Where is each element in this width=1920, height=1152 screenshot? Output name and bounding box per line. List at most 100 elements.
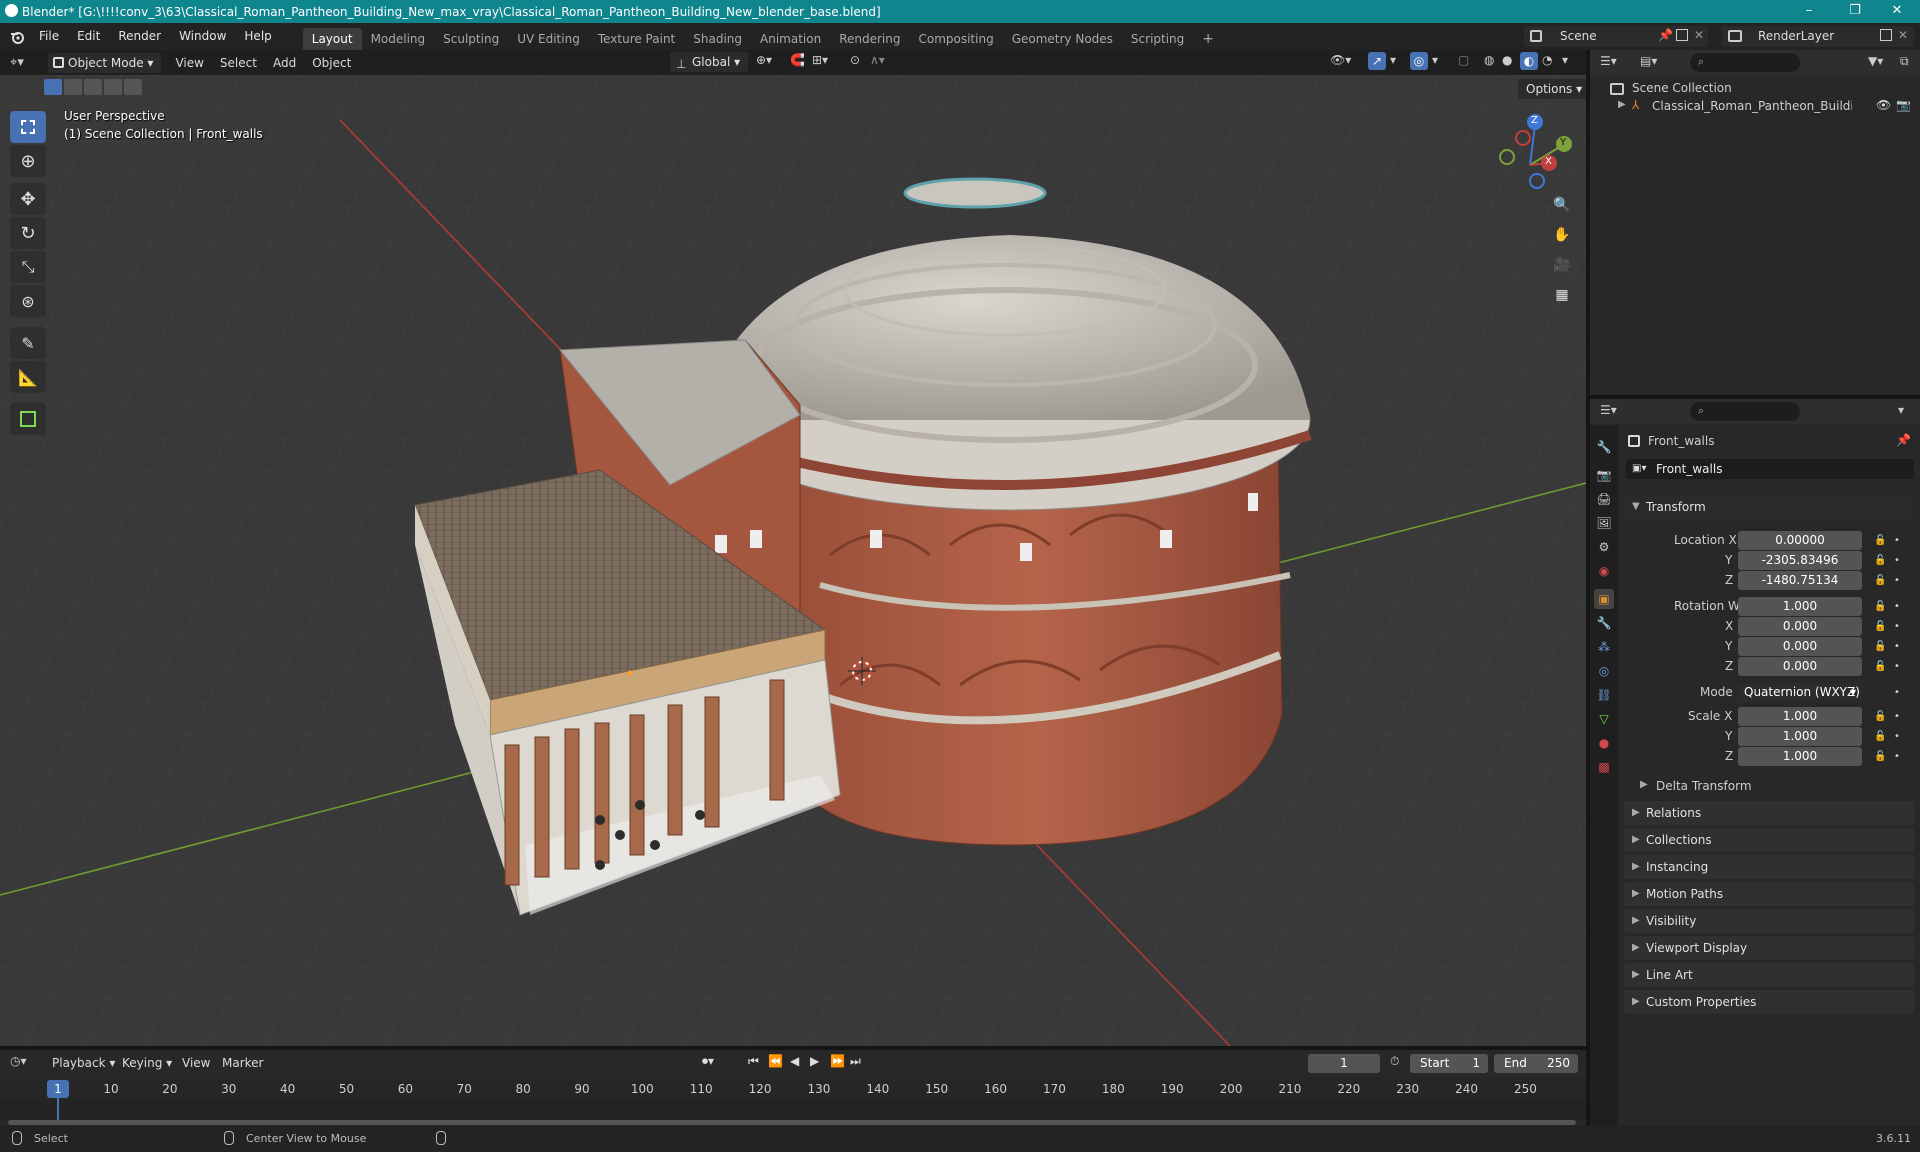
solid-shading-icon[interactable]: ●	[1502, 53, 1512, 67]
location-y-field[interactable]: -2305.83496	[1738, 551, 1862, 570]
physics-tab-icon[interactable]: ◎	[1594, 661, 1614, 681]
keyframe-dot-icon[interactable]: •	[1894, 687, 1904, 698]
scene-selector[interactable]: Scene 📌 ✕	[1524, 26, 1708, 47]
lock-scale-x-icon[interactable]: 🔓	[1874, 711, 1886, 722]
play-icon[interactable]: ▶	[810, 1054, 819, 1068]
keyframe-dot-icon[interactable]: •	[1894, 601, 1904, 612]
tab-uv-editing[interactable]: UV Editing	[508, 28, 589, 50]
particles-tab-icon[interactable]: ⁂	[1594, 637, 1614, 657]
material-shading-icon[interactable]: ◐	[1520, 52, 1538, 70]
timeline-editor-icon[interactable]: ◷▾	[10, 1054, 27, 1068]
keyframe-dot-icon[interactable]: •	[1894, 661, 1904, 672]
menu-file[interactable]: File	[30, 23, 68, 50]
constraints-tab-icon[interactable]: ⛓	[1594, 685, 1614, 705]
output-tab-icon[interactable]: 🖨	[1594, 489, 1614, 509]
menu-window[interactable]: Window	[170, 23, 235, 50]
lock-scale-z-icon[interactable]: 🔓	[1874, 751, 1886, 762]
render-tab-icon[interactable]: 📷	[1594, 465, 1614, 485]
select-extend-icon[interactable]	[64, 79, 82, 95]
options-dropdown[interactable]: Options ▾	[1518, 79, 1586, 99]
view-layer-tab-icon[interactable]: 🖼	[1594, 513, 1614, 533]
overlay-dropdown-icon[interactable]: ▾	[1432, 53, 1438, 67]
stopwatch-icon[interactable]: ⏱	[1390, 1054, 1399, 1069]
delta-transform-subpanel[interactable]: ▶ Delta Transform	[1640, 775, 1914, 797]
add-workspace-button[interactable]: +	[1193, 28, 1223, 50]
tab-geometry-nodes[interactable]: Geometry Nodes	[1003, 28, 1122, 50]
tab-sculpting[interactable]: Sculpting	[434, 28, 508, 50]
keyframe-dot-icon[interactable]: •	[1894, 711, 1904, 722]
lock-rotation-x-icon[interactable]: 🔓	[1874, 621, 1886, 632]
next-keyframe-icon[interactable]: ⏩	[830, 1054, 845, 1068]
properties-editor-icon[interactable]: ☰▾	[1600, 403, 1617, 417]
menu-playback[interactable]: Playback ▾	[44, 1052, 123, 1074]
select-new-icon[interactable]	[44, 79, 62, 95]
tab-shading[interactable]: Shading	[684, 28, 751, 50]
new-scene-icon[interactable]	[1676, 29, 1688, 41]
jump-start-icon[interactable]: ⏮	[748, 1054, 759, 1069]
jump-end-icon[interactable]: ⏭	[850, 1054, 861, 1069]
modifier-tab-icon[interactable]: 🔧	[1594, 613, 1614, 633]
transform-panel-header[interactable]: ▼ Transform	[1624, 495, 1914, 519]
end-frame-field[interactable]: End 250	[1494, 1054, 1578, 1073]
select-subtract-icon[interactable]	[84, 79, 102, 95]
camera-view-icon[interactable]: 🎥	[1548, 251, 1576, 279]
timeline-scrollbar[interactable]	[8, 1120, 1576, 1125]
menu-keying[interactable]: Keying ▾	[114, 1052, 180, 1074]
world-tab-icon[interactable]: ◉	[1594, 561, 1614, 581]
current-frame-field[interactable]: 1	[1308, 1054, 1380, 1073]
pin-icon[interactable]: 📌	[1658, 28, 1673, 42]
proportional-edit-icon[interactable]: ⊙	[850, 53, 860, 67]
tab-rendering[interactable]: Rendering	[830, 28, 909, 50]
delete-scene-icon[interactable]: ✕	[1694, 28, 1704, 42]
scene-collection-label[interactable]: Scene Collection	[1632, 81, 1732, 95]
menu-select[interactable]: Select	[212, 52, 265, 74]
menu-render[interactable]: Render	[109, 23, 170, 50]
3d-viewport[interactable]: Z Y X Options ▾ User Perspective (1) Sce…	[0, 75, 1586, 1046]
object-name-field[interactable]: ▣▾ Front_walls	[1626, 459, 1914, 479]
tab-layout[interactable]: Layout	[302, 28, 362, 50]
blender-menu-icon[interactable]	[4, 23, 30, 50]
outliner-editor-icon[interactable]: ☰▾	[1600, 54, 1617, 68]
shading-dropdown-icon[interactable]: ▾	[1562, 53, 1568, 67]
menu-marker[interactable]: Marker	[214, 1052, 271, 1074]
start-frame-field[interactable]: Start 1	[1410, 1054, 1488, 1073]
scale-x-field[interactable]: 1.000	[1738, 707, 1862, 726]
falloff-icon[interactable]: ∧▾	[870, 53, 885, 67]
menu-view[interactable]: View	[167, 52, 211, 74]
pan-hand-icon[interactable]: ✋	[1548, 221, 1576, 249]
lock-scale-y-icon[interactable]: 🔓	[1874, 731, 1886, 742]
scene-tab-icon[interactable]: ⚙	[1594, 537, 1614, 557]
keyframe-dot-icon[interactable]: •	[1894, 535, 1904, 546]
prev-keyframe-icon[interactable]: ⏪	[768, 1054, 783, 1068]
overlay-toggle-icon[interactable]: ◎	[1410, 52, 1428, 70]
maximize-button[interactable]: ❐	[1832, 0, 1878, 23]
collections-panel-header[interactable]: ▶ Collections	[1624, 828, 1914, 852]
outliner-row[interactable]: ▶ ⅄ Classical_Roman_Pantheon_Building_Ne…	[1590, 96, 1920, 116]
snap-icon[interactable]: 🧲	[790, 53, 805, 67]
tab-compositing[interactable]: Compositing	[909, 28, 1002, 50]
menu-help[interactable]: Help	[235, 23, 280, 50]
snap-target-icon[interactable]: ⊞▾	[812, 53, 828, 67]
lock-location-y-icon[interactable]: 🔓	[1874, 555, 1886, 566]
playhead[interactable]: 1	[47, 1080, 69, 1098]
properties-search-input[interactable]: ⌕	[1690, 402, 1800, 421]
tab-animation[interactable]: Animation	[751, 28, 830, 50]
tab-scripting[interactable]: Scripting	[1122, 28, 1193, 50]
lock-rotation-z-icon[interactable]: 🔓	[1874, 661, 1886, 672]
lock-rotation-y-icon[interactable]: 🔓	[1874, 641, 1886, 652]
display-mode-icon[interactable]: ▤▾	[1640, 54, 1657, 68]
select-invert-icon[interactable]	[104, 79, 122, 95]
rendered-shading-icon[interactable]: ◔	[1542, 53, 1552, 67]
scale-y-field[interactable]: 1.000	[1738, 727, 1862, 746]
add-cube-tool[interactable]	[10, 403, 46, 435]
select-intersect-icon[interactable]	[124, 79, 142, 95]
pivot-icon[interactable]: ⊕▾	[756, 53, 772, 67]
scale-z-field[interactable]: 1.000	[1738, 747, 1862, 766]
tool-tab-icon[interactable]: 🔧	[1594, 437, 1614, 457]
menu-add[interactable]: Add	[265, 52, 304, 74]
visibility-eye-icon[interactable]: 👁	[1876, 98, 1891, 112]
select-box-tool[interactable]	[10, 111, 46, 143]
transform-tool[interactable]: ⊛	[10, 285, 46, 317]
outliner-search-input[interactable]: ⌕	[1690, 53, 1800, 72]
render-camera-icon[interactable]: 📷	[1896, 98, 1911, 112]
